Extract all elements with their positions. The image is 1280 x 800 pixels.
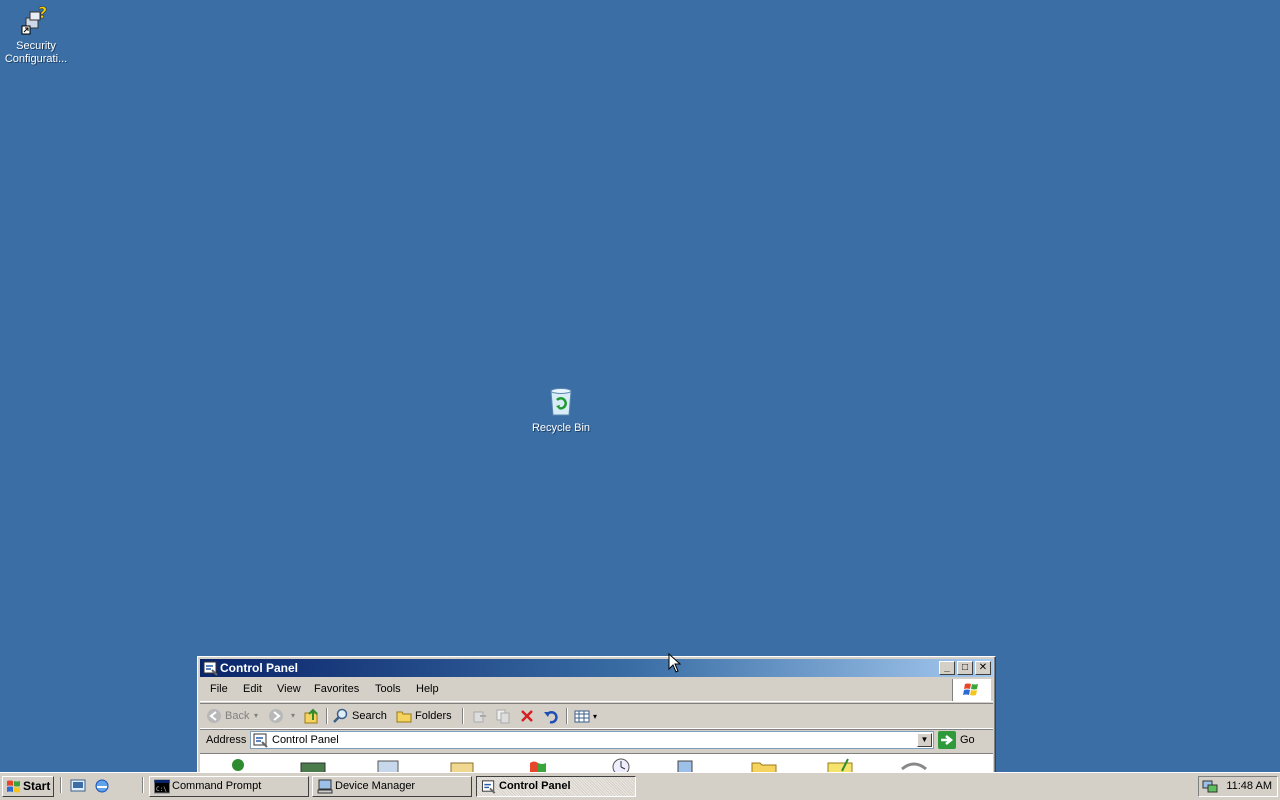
views-dropdown-icon: ▾ bbox=[593, 712, 598, 721]
title-bar[interactable]: Control Panel _ □ ✕ bbox=[200, 659, 993, 677]
move-to-icon bbox=[472, 708, 488, 724]
go-button[interactable]: Go bbox=[938, 731, 975, 749]
undo-icon bbox=[543, 708, 559, 724]
windows-logo-icon bbox=[6, 779, 21, 794]
copy-to-button[interactable] bbox=[495, 708, 514, 724]
views-button[interactable]: ▾ bbox=[574, 708, 597, 724]
start-label: Start bbox=[23, 779, 51, 793]
taskbar: Start C:\ Command Prompt Device Manager … bbox=[0, 772, 1280, 800]
address-dropdown-button[interactable]: ▼ bbox=[917, 733, 932, 747]
task-label: Control Panel bbox=[499, 780, 571, 792]
folders-label: Folders bbox=[415, 710, 452, 722]
menu-tools[interactable]: Tools bbox=[375, 683, 401, 695]
display-icon[interactable] bbox=[670, 757, 702, 773]
go-arrow-icon bbox=[938, 731, 956, 749]
folder-options-icon[interactable] bbox=[748, 757, 780, 773]
forward-dropdown[interactable]: ▾ bbox=[291, 708, 295, 724]
minimize-icon: _ bbox=[944, 662, 950, 673]
go-label: Go bbox=[960, 734, 975, 746]
add-hardware-icon[interactable] bbox=[297, 757, 329, 773]
task-label: Command Prompt bbox=[172, 780, 262, 792]
quicklaunch-separator bbox=[60, 777, 62, 793]
task-label: Device Manager bbox=[335, 780, 416, 792]
address-input[interactable]: Control Panel ▼ bbox=[250, 731, 934, 749]
add-remove-programs-icon[interactable] bbox=[372, 757, 404, 773]
search-icon bbox=[333, 708, 349, 724]
folder-icon bbox=[396, 708, 412, 724]
delete-x-icon bbox=[519, 708, 535, 724]
search-button[interactable]: Search bbox=[333, 708, 387, 724]
delete-button[interactable] bbox=[519, 708, 538, 724]
toolbar-separator bbox=[462, 708, 464, 724]
standard-toolbar: Back ▾ ▾ Search Folders ▾ bbox=[200, 703, 993, 729]
clock[interactable]: 11:48 AM bbox=[1226, 780, 1272, 792]
recycle-bin-icon bbox=[545, 386, 577, 418]
user-accounts-icon[interactable] bbox=[222, 757, 254, 773]
back-arrow-icon bbox=[206, 708, 222, 724]
desktop-icon-label: Security Configurati... bbox=[4, 40, 68, 65]
desktop-icon-security-configuration[interactable]: ? Security Configurati... bbox=[0, 3, 76, 66]
system-tray: 11:48 AM bbox=[1198, 776, 1278, 797]
toolbar-separator bbox=[326, 708, 328, 724]
menu-view[interactable]: View bbox=[277, 683, 301, 695]
control-panel-icon bbox=[253, 732, 269, 748]
menu-edit[interactable]: Edit bbox=[243, 683, 262, 695]
fonts-icon[interactable] bbox=[824, 757, 856, 773]
views-grid-icon bbox=[574, 708, 590, 724]
forward-button[interactable] bbox=[268, 708, 287, 724]
mouse-pointer-icon bbox=[668, 653, 682, 673]
back-label: Back bbox=[225, 710, 250, 722]
menu-favorites[interactable]: Favorites bbox=[314, 683, 359, 695]
toolbar-separator bbox=[566, 708, 568, 724]
security-config-icon: ? bbox=[20, 3, 52, 36]
address-label: Address bbox=[206, 734, 247, 746]
desktop-icon-label: Recycle Bin bbox=[531, 422, 591, 434]
menu-file[interactable]: File bbox=[210, 683, 228, 695]
maximize-icon: □ bbox=[961, 662, 969, 673]
back-dropdown[interactable]: ▾ bbox=[254, 708, 258, 724]
folders-button[interactable]: Folders bbox=[396, 708, 452, 724]
address-value: Control Panel bbox=[272, 734, 339, 746]
svg-text:C:\: C:\ bbox=[156, 786, 167, 793]
close-button[interactable]: ✕ bbox=[975, 661, 991, 675]
up-folder-button[interactable] bbox=[304, 708, 323, 724]
search-label: Search bbox=[352, 710, 387, 722]
address-bar: Address Control Panel ▼ Go bbox=[200, 729, 993, 752]
forward-arrow-icon bbox=[268, 708, 284, 724]
menu-help[interactable]: Help bbox=[416, 683, 439, 695]
taskbar-button-command-prompt[interactable]: C:\ Command Prompt bbox=[149, 776, 309, 797]
network-tray-icon[interactable] bbox=[1202, 779, 1218, 794]
minimize-button[interactable]: _ bbox=[939, 661, 955, 675]
game-controllers-icon[interactable] bbox=[898, 757, 930, 773]
internet-explorer-icon[interactable] bbox=[94, 778, 110, 794]
command-prompt-icon: C:\ bbox=[154, 779, 170, 794]
chevron-down-icon: ▼ bbox=[920, 735, 929, 744]
start-button[interactable]: Start bbox=[2, 776, 54, 797]
windows-logo-icon bbox=[952, 679, 991, 701]
show-desktop-icon[interactable] bbox=[70, 778, 86, 794]
date-time-icon[interactable] bbox=[605, 757, 637, 773]
device-manager-icon bbox=[317, 779, 333, 794]
administrative-tools-icon[interactable] bbox=[447, 757, 479, 773]
taskbar-button-control-panel[interactable]: Control Panel bbox=[476, 776, 636, 797]
control-panel-icon bbox=[203, 660, 219, 676]
control-panel-window[interactable]: Control Panel _ □ ✕ File Edit View Favor… bbox=[197, 656, 996, 778]
copy-to-icon bbox=[495, 708, 511, 724]
undo-button[interactable] bbox=[543, 708, 562, 724]
control-panel-icon bbox=[481, 779, 497, 794]
maximize-button[interactable]: □ bbox=[957, 661, 973, 675]
taskbar-button-device-manager[interactable]: Device Manager bbox=[312, 776, 472, 797]
automatic-updates-icon[interactable] bbox=[522, 757, 554, 773]
menu-bar: File Edit View Favorites Tools Help bbox=[200, 679, 993, 702]
desktop-icon-recycle-bin[interactable]: Recycle Bin bbox=[521, 386, 601, 435]
quicklaunch-separator bbox=[142, 777, 144, 793]
move-to-button[interactable] bbox=[472, 708, 491, 724]
close-icon: ✕ bbox=[978, 662, 988, 673]
back-button[interactable]: Back bbox=[206, 708, 249, 724]
svg-text:?: ? bbox=[38, 4, 47, 22]
up-folder-icon bbox=[304, 708, 320, 724]
window-title: Control Panel bbox=[220, 661, 299, 675]
